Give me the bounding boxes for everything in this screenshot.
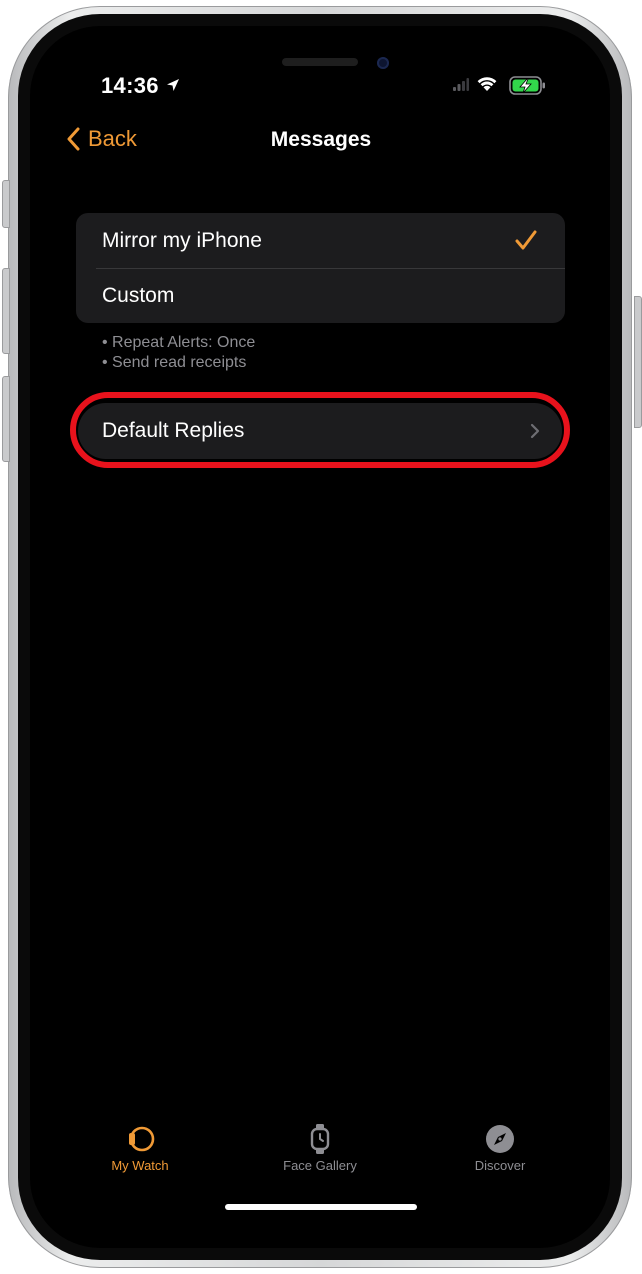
option-mirror-iphone[interactable]: Mirror my iPhone [76, 213, 565, 269]
battery-charging-icon [509, 76, 545, 95]
signal-icon [453, 78, 469, 91]
highlight-ring [70, 392, 570, 468]
checkmark-icon [515, 230, 537, 250]
earpiece-speaker [282, 58, 358, 66]
location-arrow-icon [167, 79, 179, 91]
option-custom[interactable]: Custom [76, 268, 565, 323]
side-button [634, 296, 642, 428]
option-label: Custom [102, 284, 175, 307]
footnote-line: • Repeat Alerts: Once [102, 334, 256, 351]
page-title: Messages [270, 128, 372, 151]
watch-icon [129, 1126, 155, 1152]
tab-my-watch[interactable]: My Watch [60, 1115, 220, 1173]
alert-options-group: Mirror my iPhone Custom [76, 213, 565, 323]
front-camera [377, 57, 389, 69]
wifi-icon [477, 77, 497, 91]
alert-footnote: • Repeat Alerts: Once • Send read receip… [102, 333, 255, 373]
tab-bar: My Watch Face Gallery Discover [0, 1115, 642, 1185]
footnote-line: • Send read receipts [102, 354, 247, 371]
status-time: 14:36 [101, 73, 159, 98]
tab-label: My Watch [111, 1158, 169, 1173]
volume-down-button [2, 376, 10, 462]
phone-screen [30, 26, 610, 1248]
silent-switch [2, 180, 10, 228]
watch-face-icon [310, 1124, 330, 1154]
tab-discover[interactable]: Discover [420, 1115, 580, 1173]
volume-up-button [2, 268, 10, 354]
compass-icon [486, 1125, 514, 1153]
tab-label: Discover [474, 1158, 526, 1173]
option-label: Mirror my iPhone [102, 229, 262, 252]
tab-face-gallery[interactable]: Face Gallery [240, 1115, 400, 1173]
home-indicator[interactable] [225, 1204, 417, 1210]
tab-label: Face Gallery [283, 1158, 357, 1173]
